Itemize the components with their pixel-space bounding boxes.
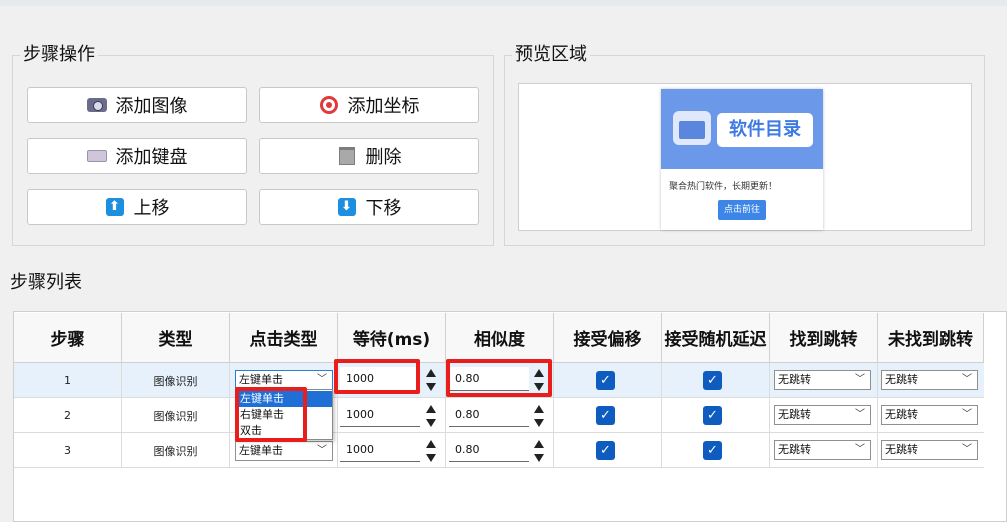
similarity-stepper[interactable] xyxy=(533,440,546,462)
on-not-found-select[interactable]: 无跳转 ﹀ xyxy=(881,440,978,460)
similarity-input[interactable]: 0.80 xyxy=(449,438,529,462)
on-found-value: 无跳转 xyxy=(778,373,811,386)
on-not-found-select[interactable]: 无跳转 ﹀ xyxy=(881,370,978,390)
top-strip xyxy=(0,0,1007,6)
wait-stepper[interactable] xyxy=(425,440,438,462)
preview-title: 预览区域 xyxy=(512,44,590,66)
column-header-accept-offset[interactable]: 接受偏移 xyxy=(554,313,662,363)
delete-button[interactable]: 删除 xyxy=(259,138,479,174)
step-ops-title: 步骤操作 xyxy=(20,44,98,66)
delete-label: 删除 xyxy=(365,147,402,168)
folder-icon xyxy=(673,111,711,145)
camera-icon xyxy=(86,96,107,114)
similarity-stepper[interactable] xyxy=(533,405,546,427)
chevron-down-icon: ﹀ xyxy=(855,374,865,385)
card-title: 软件目录 xyxy=(717,113,813,147)
move-up-button[interactable]: ⬆ 上移 xyxy=(27,189,247,225)
column-header-on-found[interactable]: 找到跳转 xyxy=(770,313,878,363)
column-header-click-type[interactable]: 点击类型 xyxy=(230,313,338,363)
click-type-value: 左键单击 xyxy=(239,373,283,386)
card-button: 点击前往 xyxy=(718,200,766,220)
target-icon xyxy=(319,96,339,114)
add-keyboard-label: 添加键盘 xyxy=(115,147,188,168)
add-coordinate-button[interactable]: 添加坐标 xyxy=(259,87,479,123)
chevron-down-icon: ﹀ xyxy=(962,444,972,455)
move-up-label: 上移 xyxy=(133,198,170,219)
chevron-down-icon: ﹀ xyxy=(317,374,327,385)
move-down-label: 下移 xyxy=(365,198,402,219)
on-not-found-value: 无跳转 xyxy=(885,408,918,421)
on-not-found-value: 无跳转 xyxy=(885,373,918,386)
wait-stepper[interactable] xyxy=(425,405,438,427)
step-number: 2 xyxy=(14,398,122,433)
annotation-box-options xyxy=(235,387,307,442)
random-delay-checkbox[interactable]: ✓ xyxy=(703,441,722,460)
chevron-down-icon: ﹀ xyxy=(855,444,865,455)
preview-image: 软件目录 聚合热门软件，长期更新！ 点击前往 xyxy=(661,89,823,230)
random-delay-checkbox[interactable]: ✓ xyxy=(703,371,722,390)
wait-input[interactable]: 1000 xyxy=(340,403,420,427)
similarity-input[interactable]: 0.80 xyxy=(449,403,529,427)
column-header-step[interactable]: 步骤 xyxy=(14,313,122,363)
card-header: 软件目录 xyxy=(661,89,823,169)
on-found-value: 无跳转 xyxy=(778,443,811,456)
accept-offset-checkbox[interactable]: ✓ xyxy=(596,441,615,460)
step-number: 3 xyxy=(14,433,122,468)
trash-icon xyxy=(337,147,357,165)
click-type-select[interactable]: 左键单击 ﹀ xyxy=(235,441,333,461)
keyboard-icon xyxy=(86,147,107,165)
step-type: 图像识别 xyxy=(122,398,230,433)
wait-stepper[interactable] xyxy=(425,369,438,391)
chevron-down-icon: ﹀ xyxy=(962,374,972,385)
column-header-wait[interactable]: 等待(ms) xyxy=(338,313,446,363)
click-type-value: 左键单击 xyxy=(239,444,283,457)
accept-offset-checkbox[interactable]: ✓ xyxy=(596,371,615,390)
step-number: 1 xyxy=(14,363,122,398)
card-subtitle: 聚合热门软件，长期更新！ xyxy=(669,182,778,192)
on-found-select[interactable]: 无跳转 ﹀ xyxy=(774,370,871,390)
column-header-similarity[interactable]: 相似度 xyxy=(446,313,554,363)
annotation-box-similarity xyxy=(446,359,552,397)
column-header-on-not-found[interactable]: 未找到跳转 xyxy=(878,313,984,363)
wait-input[interactable]: 1000 xyxy=(340,438,420,462)
on-found-select[interactable]: 无跳转 ﹀ xyxy=(774,405,871,425)
accept-offset-checkbox[interactable]: ✓ xyxy=(596,406,615,425)
on-found-value: 无跳转 xyxy=(778,408,811,421)
step-list-title: 步骤列表 xyxy=(10,272,82,293)
on-found-select[interactable]: 无跳转 ﹀ xyxy=(774,440,871,460)
step-type: 图像识别 xyxy=(122,363,230,398)
add-coordinate-label: 添加坐标 xyxy=(347,96,420,117)
move-down-button[interactable]: ⬇ 下移 xyxy=(259,189,479,225)
step-type: 图像识别 xyxy=(122,433,230,468)
chevron-down-icon: ﹀ xyxy=(855,409,865,420)
column-header-random-delay[interactable]: 接受随机延迟 xyxy=(662,313,770,363)
arrow-down-icon: ⬇ xyxy=(337,198,357,216)
add-image-button[interactable]: 添加图像 xyxy=(27,87,247,123)
random-delay-checkbox[interactable]: ✓ xyxy=(703,406,722,425)
on-not-found-select[interactable]: 无跳转 ﹀ xyxy=(881,405,978,425)
column-header-type[interactable]: 类型 xyxy=(122,313,230,363)
add-keyboard-button[interactable]: 添加键盘 xyxy=(27,138,247,174)
chevron-down-icon: ﹀ xyxy=(962,409,972,420)
on-not-found-value: 无跳转 xyxy=(885,443,918,456)
add-image-label: 添加图像 xyxy=(115,96,188,117)
annotation-box-wait xyxy=(334,359,420,394)
chevron-down-icon: ﹀ xyxy=(317,445,327,456)
arrow-up-icon: ⬆ xyxy=(105,198,125,216)
